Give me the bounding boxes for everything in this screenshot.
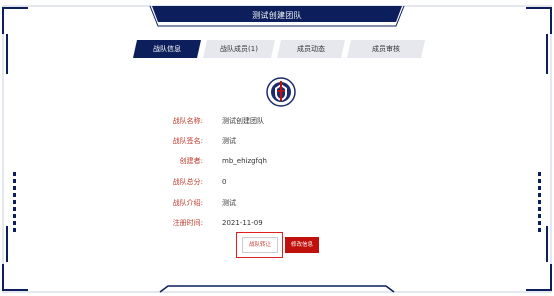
info-row-creator: 创建者: mb_ehizgfqh <box>160 155 400 167</box>
tab-label: 战队成员(1) <box>220 45 258 53</box>
team-sign-value: 测试 <box>222 137 236 145</box>
tab-label: 成员动态 <box>297 45 325 53</box>
creator-value: mb_ehizgfqh <box>222 157 267 165</box>
tab-label: 战队信息 <box>153 45 181 53</box>
team-name-value: 测试创建团队 <box>222 117 264 125</box>
team-intro-value: 测试 <box>222 199 236 207</box>
team-name-label: 战队名称: <box>172 117 203 125</box>
tab-member-activity[interactable]: 成员动态 <box>277 40 345 58</box>
team-intro-label: 战队介绍: <box>172 199 203 207</box>
info-row-score: 战队总分: 0 <box>160 176 400 188</box>
register-date-label: 注册时间: <box>172 219 203 227</box>
edit-info-button[interactable]: 修改信息 <box>285 237 319 253</box>
register-date-value: 2021-11-09 <box>222 219 263 227</box>
info-row-intro: 战队介绍: 测试 <box>160 197 400 209</box>
creator-label: 创建者: <box>179 157 203 165</box>
team-score-label: 战队总分: <box>172 178 203 186</box>
transfer-team-button[interactable]: 战队转让 <box>242 237 278 253</box>
info-row-sign: 战队签名: 测试 <box>160 135 400 147</box>
tab-team-info[interactable]: 战队信息 <box>133 40 201 58</box>
info-row-name: 战队名称: 测试创建团队 <box>160 115 400 127</box>
panel-title: 测试创建团队 <box>252 11 302 20</box>
team-emblem-icon <box>266 77 296 107</box>
tab-team-members[interactable]: 战队成员(1) <box>203 40 275 58</box>
tab-label: 成员审核 <box>372 45 400 53</box>
team-score-value: 0 <box>222 178 227 186</box>
tab-member-review[interactable]: 成员审核 <box>347 40 425 58</box>
team-sign-label: 战队签名: <box>172 137 203 145</box>
info-row-date: 注册时间: 2021-11-09 <box>160 217 400 229</box>
